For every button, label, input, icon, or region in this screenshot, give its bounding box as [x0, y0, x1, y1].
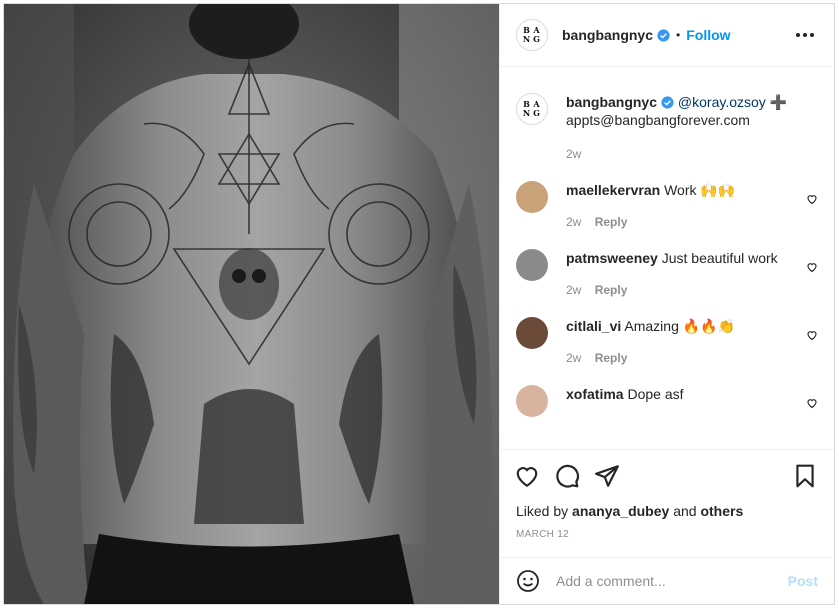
comment-like-icon[interactable] [806, 193, 818, 205]
comment-text: Work 🙌🙌 [664, 182, 736, 198]
commenter-avatar[interactable] [516, 317, 548, 349]
comment-time: 2w [566, 215, 582, 229]
likes-summary: Liked by ananya_dubey and others [516, 503, 743, 519]
post-dialog: B A N G bangbangnyc • Follow B A N G ban… [3, 3, 835, 605]
comment-time: 2w [566, 283, 582, 297]
follow-button[interactable]: Follow [686, 27, 730, 43]
logo-letter: G [533, 34, 541, 44]
caption-email: appts@bangbangforever.com [566, 112, 750, 128]
comment-text: Amazing 🔥🔥👏 [624, 318, 736, 334]
caption: B A N G bangbangnyc @koray.ozsoy ➕ appts… [516, 93, 818, 163]
comment-like-icon[interactable] [806, 397, 818, 409]
author-avatar[interactable]: B A N G [516, 93, 548, 125]
comment-like-icon[interactable] [806, 261, 818, 273]
heart-icon[interactable] [514, 463, 540, 489]
comment-row: patmsweeney Just beautiful work 2w Reply [516, 249, 818, 299]
comment-text: Dope asf [627, 386, 684, 402]
post-date[interactable]: MARCH 12 [516, 529, 569, 540]
comment-username[interactable]: xofatima [566, 386, 624, 402]
reply-button[interactable]: Reply [595, 215, 628, 229]
post-header: B A N G bangbangnyc • Follow [500, 4, 834, 67]
reply-button[interactable]: Reply [595, 351, 628, 365]
comment-row: citlali_vi Amazing 🔥🔥👏 2w Reply [516, 317, 818, 367]
logo-letter: N [522, 34, 532, 44]
separator-dot: • [676, 28, 681, 42]
post-photo[interactable] [4, 4, 499, 604]
likes-user[interactable]: ananya_dubey [572, 503, 669, 519]
post-comment-button[interactable]: Post [788, 573, 818, 589]
post-actions [500, 449, 834, 501]
more-options-icon[interactable] [792, 29, 818, 41]
reply-button[interactable]: Reply [595, 283, 628, 297]
caption-mention[interactable]: @koray.ozsoy [678, 94, 766, 110]
comment-row: maellekervran Work 🙌🙌 2w Reply [516, 181, 818, 231]
comment-username[interactable]: patmsweeney [566, 250, 658, 266]
caption-username[interactable]: bangbangnyc [566, 94, 657, 110]
comment-username[interactable]: citlali_vi [566, 318, 621, 334]
logo-letter: N [522, 108, 532, 118]
comment-text: Just beautiful work [661, 250, 778, 266]
share-icon[interactable] [594, 463, 620, 489]
likes-conjunction: and [673, 503, 697, 519]
comment-row: xofatima Dope asf [516, 385, 818, 417]
bookmark-icon[interactable] [792, 463, 818, 489]
comment-like-icon[interactable] [806, 329, 818, 341]
likes-prefix: Liked by [516, 503, 569, 519]
caption-body: bangbangnyc @koray.ozsoy ➕ appts@bangban… [566, 93, 818, 163]
verified-badge-icon [661, 96, 674, 109]
comment-input[interactable] [556, 573, 788, 589]
emoji-icon[interactable] [516, 569, 540, 593]
tattoo-back-photo [4, 4, 499, 604]
author-avatar[interactable]: B A N G [516, 19, 548, 51]
likes-others[interactable]: others [700, 503, 743, 519]
commenter-avatar[interactable] [516, 181, 548, 213]
caption-time: 2w [566, 147, 582, 161]
verified-badge-icon [657, 28, 670, 42]
comment-username[interactable]: maellekervran [566, 182, 660, 198]
commenter-avatar[interactable] [516, 385, 548, 417]
comment-time: 2w [566, 351, 582, 365]
comment-icon[interactable] [554, 463, 580, 489]
comments-list[interactable]: B A N G bangbangnyc @koray.ozsoy ➕ appts… [500, 67, 834, 447]
caption-symbol: ➕ [769, 94, 788, 110]
commenter-avatar[interactable] [516, 249, 548, 281]
add-comment-bar: Post [500, 557, 834, 604]
author-username[interactable]: bangbangnyc [562, 27, 653, 43]
post-sidebar: B A N G bangbangnyc • Follow B A N G ban… [499, 4, 834, 604]
logo-letter: G [533, 108, 541, 118]
